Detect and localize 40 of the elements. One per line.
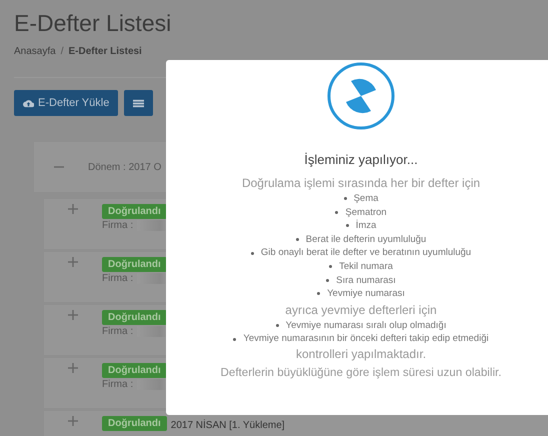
- check-item: Şema: [354, 192, 378, 206]
- ledger-title: 2017 NİSAN [1. Yükleme]: [170, 420, 285, 431]
- status-badge: Doğrulandı: [102, 416, 167, 431]
- company-label: Firma :: [102, 379, 134, 390]
- check-item: Yevmiye numarası: [327, 287, 405, 301]
- status-badge: Doğrulandı: [102, 310, 167, 325]
- expand-icon[interactable]: [68, 310, 78, 320]
- dialog-title: İşleminiz yapılıyor...: [304, 152, 418, 167]
- check-item: Şematron: [345, 206, 387, 220]
- check-item: Tekil numara: [339, 260, 393, 274]
- breadcrumb-link[interactable]: E-Defter Listesi: [68, 46, 142, 57]
- expand-icon[interactable]: [68, 363, 78, 373]
- status-badge: Doğrulandı: [102, 363, 167, 378]
- period-label: Dönem : 2017 O: [88, 162, 162, 172]
- menu-icon: [133, 98, 144, 108]
- check-item: İmza: [356, 219, 376, 233]
- breadcrumb-separator: /: [60, 46, 64, 57]
- duration-note: Defterlerin büyüklüğüne göre işlem süresi uzun olabilir.: [220, 366, 502, 379]
- cloud-upload-icon: [23, 98, 34, 108]
- expand-icon[interactable]: [68, 204, 78, 214]
- expand-icon[interactable]: [68, 416, 78, 426]
- list-button[interactable]: [124, 90, 154, 116]
- page-title: E-Defter Listesi: [14, 9, 172, 38]
- check-item: Sıra numarası: [336, 274, 396, 288]
- spinner-icon: [327, 62, 395, 130]
- company-label: Firma :: [102, 273, 134, 284]
- check-item: Yevmiye numarasının bir önceki defteri takip edip etmediği: [243, 332, 489, 346]
- expand-icon[interactable]: [68, 257, 78, 267]
- company-label: Firma :: [102, 326, 134, 337]
- check-item: Yevmiye numarası sıralı olup olmadığı: [286, 318, 446, 332]
- breadcrumb-link[interactable]: Anasayfa: [14, 46, 56, 57]
- check-item: Gib onaylı berat ile defter ve beratının uyumluluğu: [260, 246, 472, 260]
- check-item: Berat ile defterin uyumluluğu: [306, 232, 426, 246]
- status-badge: Doğrulandı: [102, 257, 167, 272]
- intro-text: Doğrulama işlemi sırasında her bir defter için: [242, 176, 480, 190]
- upload-button[interactable]: E-Defter Yükle: [14, 90, 118, 116]
- company-label: Firma :: [102, 220, 134, 231]
- journal-intro-text: ayrıca yevmiye defterleri için: [285, 302, 437, 317]
- outro-text: kontrolleri yapılmaktadır.: [296, 346, 426, 361]
- status-badge: Doğrulandı: [102, 204, 167, 219]
